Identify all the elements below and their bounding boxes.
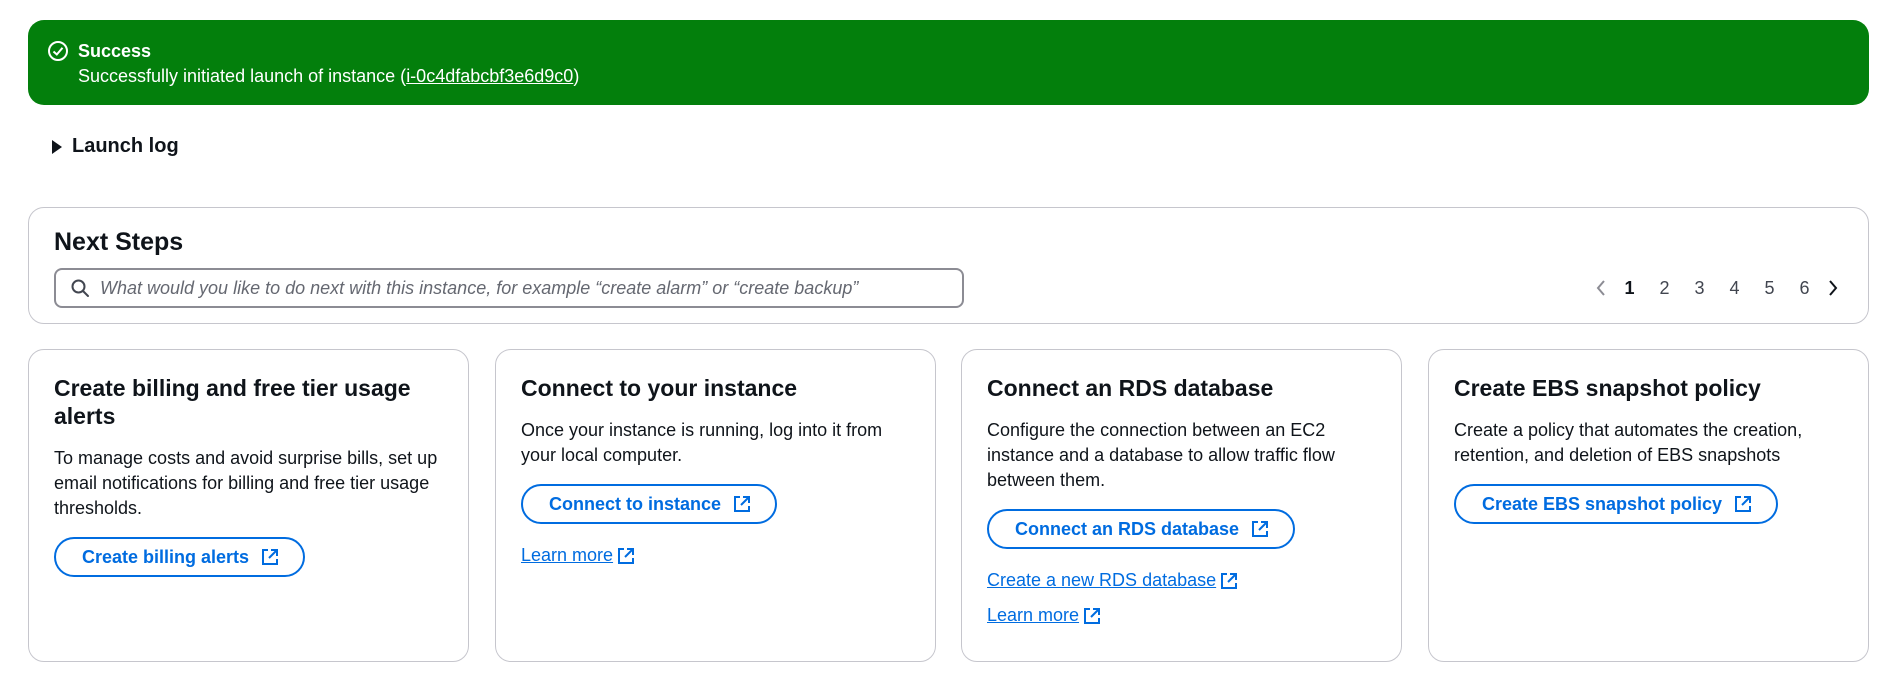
pagination: 1 2 3 4 5 6 — [1590, 276, 1844, 300]
card-connect-instance: Connect to your instance Once your insta… — [495, 349, 936, 662]
search-icon — [71, 279, 89, 297]
page-5-button[interactable]: 5 — [1752, 278, 1787, 299]
launch-log-label: Launch log — [72, 135, 179, 157]
card-title: Connect to your instance — [521, 375, 798, 401]
external-link-icon — [618, 547, 635, 564]
instance-id-link[interactable]: i-0c4dfabcbf3e6d9c0 — [406, 66, 573, 86]
connect-to-instance-button[interactable]: Connect to instance — [521, 484, 778, 524]
link-label: Learn more — [521, 545, 614, 565]
card-title: Create billing and free tier usage alert… — [54, 375, 411, 429]
caret-right-icon — [52, 139, 62, 154]
launch-log-toggle[interactable]: Launch log — [52, 135, 179, 158]
next-steps-search[interactable] — [54, 268, 964, 308]
previous-page-button[interactable] — [1590, 276, 1612, 300]
learn-more-link[interactable]: Learn more — [521, 545, 635, 566]
link-label: Create a new RDS database — [987, 570, 1217, 590]
external-link-icon — [734, 496, 751, 512]
page-4-button[interactable]: 4 — [1717, 278, 1752, 299]
button-label: Create billing alerts — [82, 546, 250, 567]
chevron-right-icon — [1829, 280, 1838, 296]
success-flashbar: Success Successfully initiated launch of… — [28, 20, 1869, 105]
button-label: Connect an RDS database — [1015, 518, 1240, 539]
card-description: Configure the connection between an EC2 … — [987, 420, 1335, 490]
flash-message-suffix: ) — [573, 66, 580, 86]
page-3-button[interactable]: 3 — [1682, 278, 1717, 299]
button-label: Create EBS snapshot policy — [1482, 493, 1723, 514]
flash-message: Successfully initiated launch of instanc… — [78, 63, 579, 89]
connect-rds-database-button[interactable]: Connect an RDS database — [987, 509, 1296, 549]
link-label: Learn more — [987, 605, 1080, 625]
create-rds-database-link[interactable]: Create a new RDS database — [987, 570, 1238, 591]
next-steps-panel: Next Steps 1 2 3 4 5 6 — [28, 207, 1869, 324]
chevron-left-icon — [1596, 280, 1605, 296]
page-1-button[interactable]: 1 — [1612, 278, 1647, 299]
search-input[interactable] — [100, 277, 962, 299]
flash-message-prefix: Successfully initiated launch of instanc… — [78, 66, 407, 86]
external-link-icon — [1221, 572, 1238, 589]
learn-more-link[interactable]: Learn more — [987, 605, 1101, 626]
button-label: Connect to instance — [549, 493, 722, 514]
external-link-icon — [262, 549, 279, 565]
create-billing-alerts-button[interactable]: Create billing alerts — [54, 537, 306, 577]
card-description: Create a policy that automates the creat… — [1454, 420, 1803, 465]
page-6-button[interactable]: 6 — [1787, 278, 1822, 299]
create-ebs-snapshot-policy-button[interactable]: Create EBS snapshot policy — [1454, 484, 1779, 524]
page-2-button[interactable]: 2 — [1647, 278, 1682, 299]
card-description: Once your instance is running, log into … — [521, 420, 883, 465]
card-ebs-snapshot-policy: Create EBS snapshot policy Create a poli… — [1428, 349, 1869, 662]
check-circle-icon — [48, 41, 68, 61]
external-link-icon — [1735, 496, 1752, 512]
card-billing-alerts: Create billing and free tier usage alert… — [28, 349, 469, 662]
card-title: Connect an RDS database — [987, 375, 1274, 401]
external-link-icon — [1252, 521, 1269, 537]
card-description: To manage costs and avoid surprise bills… — [54, 448, 438, 518]
next-steps-title: Next Steps — [54, 228, 184, 256]
card-title: Create EBS snapshot policy — [1454, 375, 1761, 401]
external-link-icon — [1084, 607, 1101, 624]
next-page-button[interactable] — [1822, 276, 1844, 300]
card-rds-database: Connect an RDS database Configure the co… — [961, 349, 1402, 662]
flash-title: Success — [78, 41, 152, 61]
